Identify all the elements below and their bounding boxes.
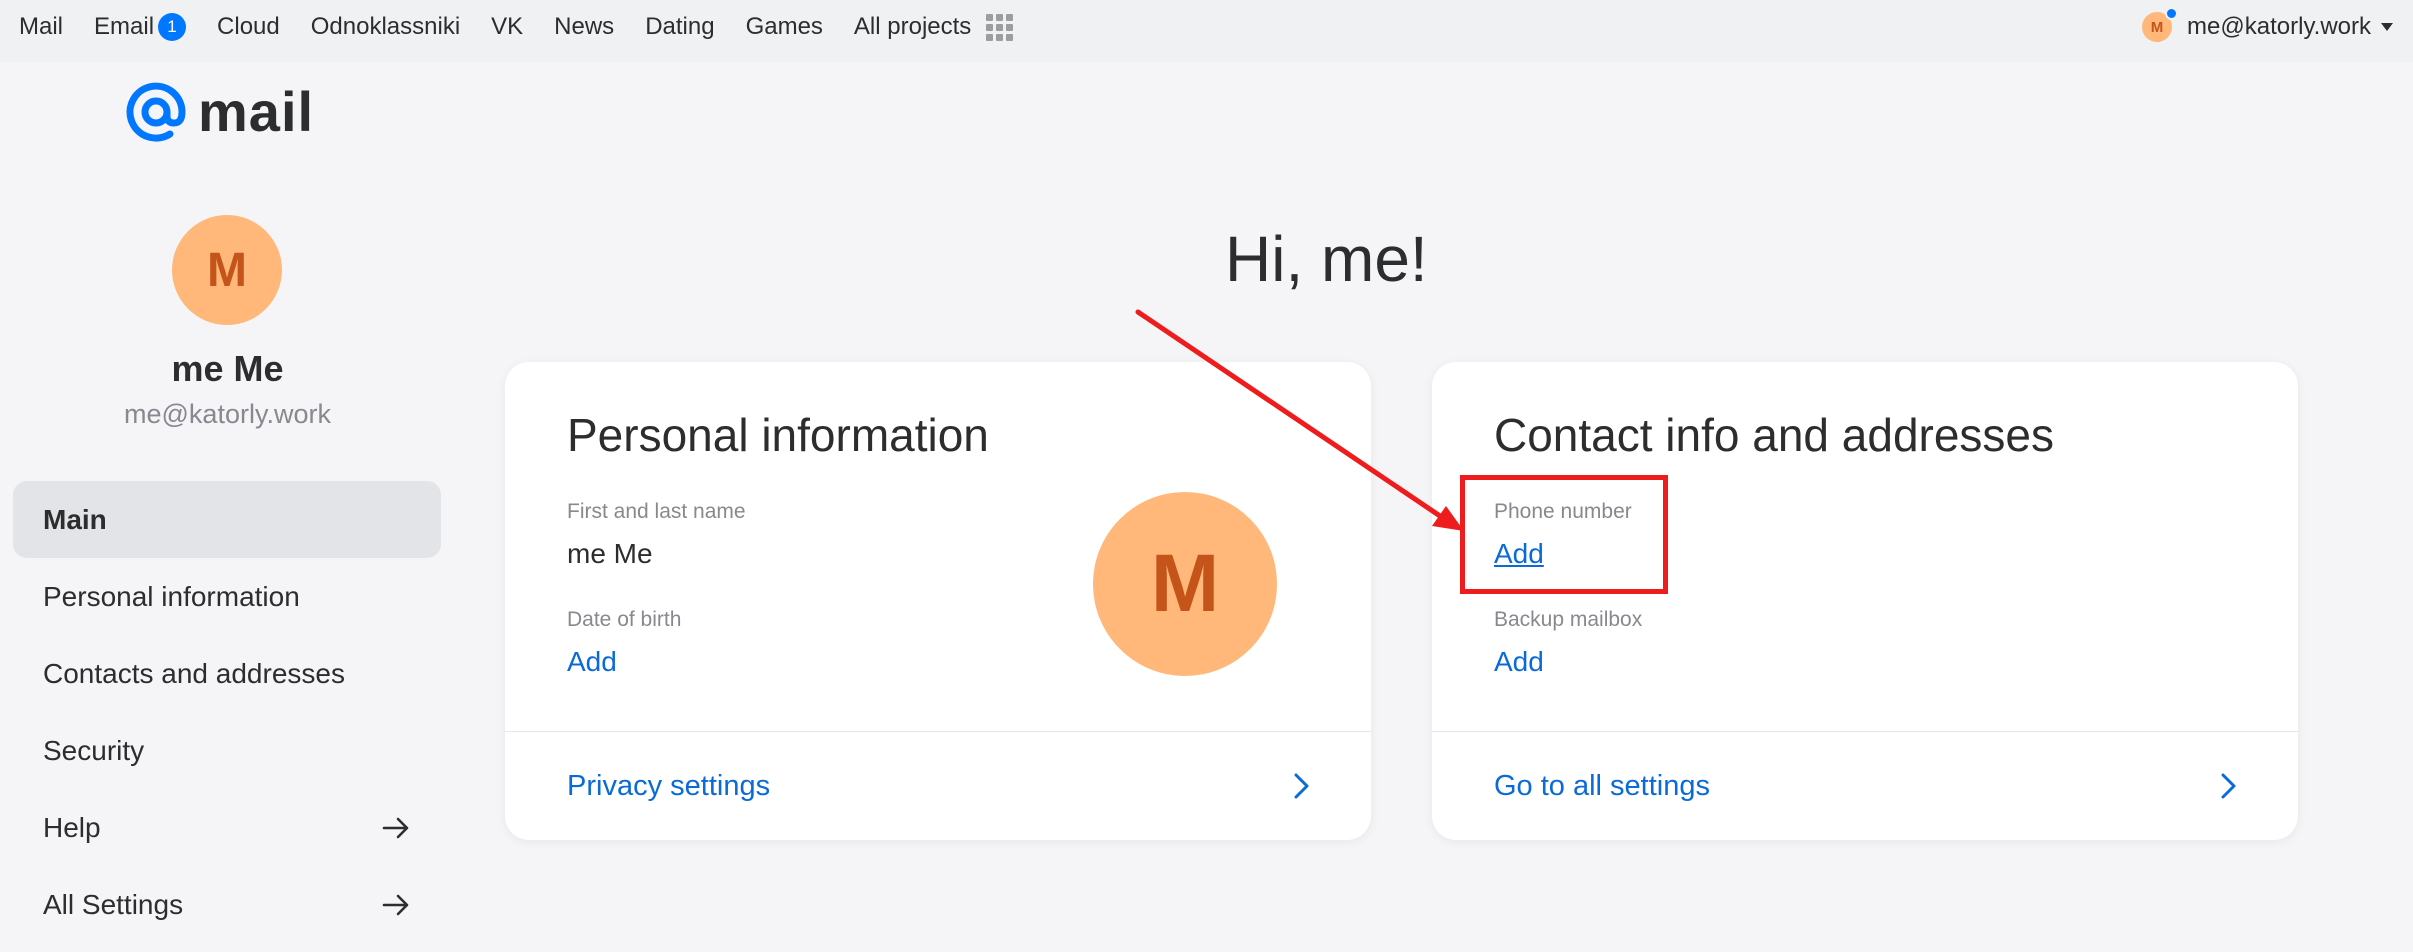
- dob-label: Date of birth: [567, 608, 682, 631]
- topnav-email[interactable]: Email 1: [94, 13, 187, 41]
- name-value: me Me: [567, 538, 653, 569]
- card-title: Personal information: [567, 409, 989, 461]
- topnav-games[interactable]: Games: [746, 13, 823, 41]
- topnav-vk[interactable]: VK: [491, 13, 523, 41]
- topnav-dating[interactable]: Dating: [645, 13, 714, 41]
- sidebar-item-security[interactable]: Security: [13, 712, 441, 789]
- mail-logo[interactable]: mail: [124, 80, 314, 144]
- sidebar-item-label: All Settings: [43, 888, 184, 920]
- sidebar-item-personal-information[interactable]: Personal information: [13, 558, 441, 635]
- privacy-settings-link[interactable]: Privacy settings: [505, 732, 1371, 840]
- profile-avatar-letter: M: [207, 243, 247, 297]
- sidebar-item-all-settings[interactable]: All Settings: [13, 866, 441, 943]
- chevron-right-icon: [2221, 773, 2236, 799]
- name-label: First and last name: [567, 500, 746, 523]
- sidebar-item-label: Security: [43, 734, 145, 766]
- profile-email: me@katorly.work: [124, 399, 331, 429]
- footer-link-label: Go to all settings: [1494, 769, 1710, 802]
- arrow-right-icon: [382, 894, 409, 915]
- sidebar-item-label: Contacts and addresses: [43, 657, 345, 689]
- top-nav: Mail Email 1 Cloud Odnoklassniki VK News…: [0, 0, 1014, 54]
- topnav-news[interactable]: News: [554, 13, 614, 41]
- grid-icon[interactable]: [986, 13, 1014, 41]
- topnav-email-label: Email: [94, 13, 155, 40]
- page: Mail Email 1 Cloud Odnoklassniki VK News…: [0, 0, 2413, 952]
- sidebar-item-label: Help: [43, 811, 101, 843]
- profile-avatar[interactable]: M: [172, 215, 282, 325]
- top-bar: Mail Email 1 Cloud Odnoklassniki VK News…: [0, 0, 2413, 62]
- account-avatar-letter: M: [2150, 18, 2164, 36]
- topnav-odnoklassniki[interactable]: Odnoklassniki: [311, 13, 460, 41]
- footer-link-label: Privacy settings: [567, 769, 771, 802]
- card-avatar-letter: M: [1150, 538, 1220, 629]
- sidebar-nav: Main Personal information Contacts and a…: [13, 481, 441, 943]
- sidebar-item-label: Main: [43, 503, 107, 535]
- arrow-right-icon: [382, 817, 409, 838]
- sidebar-item-label: Personal information: [43, 580, 300, 612]
- topnav-cloud[interactable]: Cloud: [217, 13, 280, 41]
- sidebar-item-main[interactable]: Main: [13, 481, 441, 558]
- add-dob-link[interactable]: Add: [567, 646, 617, 678]
- topnav-mail[interactable]: Mail: [19, 13, 63, 41]
- personal-info-card: Personal information First and last name…: [505, 362, 1371, 840]
- card-title: Contact info and addresses: [1494, 409, 2055, 461]
- add-backup-mailbox-link[interactable]: Add: [1494, 646, 1544, 678]
- go-to-all-settings-link[interactable]: Go to all settings: [1432, 732, 2298, 840]
- account-email: me@katorly.work: [2187, 13, 2371, 40]
- logo-text: mail: [198, 80, 315, 143]
- page-title: Hi, me!: [1225, 223, 1428, 295]
- annotation-highlight-box: [1460, 475, 1668, 594]
- notification-dot: [2165, 7, 2179, 20]
- contact-info-card: Contact info and addresses Phone number …: [1432, 362, 2298, 840]
- at-sign-icon: [126, 82, 186, 142]
- sidebar-item-contacts-and-addresses[interactable]: Contacts and addresses: [13, 635, 441, 712]
- chevron-down-icon: [2381, 23, 2393, 31]
- account-avatar: M: [2142, 7, 2179, 42]
- backup-mailbox-label: Backup mailbox: [1494, 608, 1643, 631]
- profile-name: me Me: [171, 348, 284, 389]
- card-avatar[interactable]: M: [1093, 492, 1277, 676]
- sidebar-item-help[interactable]: Help: [13, 789, 441, 866]
- unread-badge: 1: [158, 13, 187, 41]
- account-menu[interactable]: M me@katorly.work: [2142, 0, 2393, 54]
- chevron-right-icon: [1294, 773, 1309, 799]
- topnav-all-projects[interactable]: All projects: [854, 13, 971, 41]
